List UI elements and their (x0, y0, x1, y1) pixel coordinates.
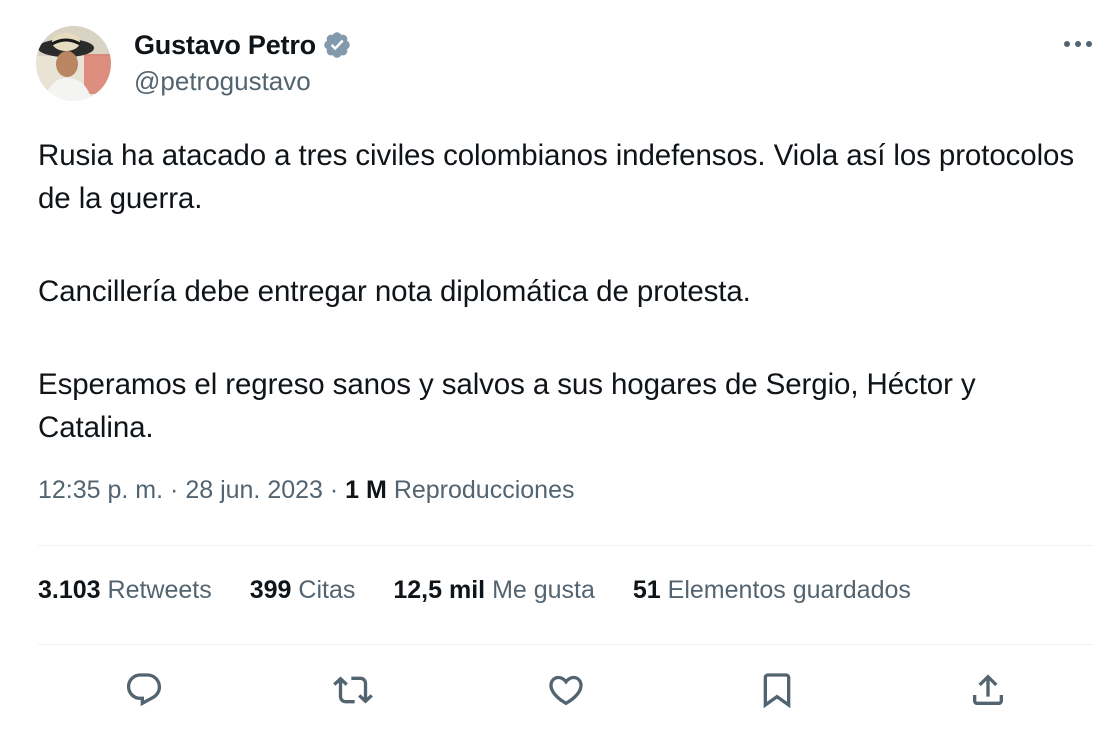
tweet-paragraph: Cancillería debe entregar nota diplomáti… (38, 275, 751, 308)
bookmarks-stat[interactable]: 51 Elementos guardados (633, 576, 911, 605)
like-icon (549, 675, 583, 706)
likes-count: 12,5 mil (393, 576, 486, 604)
quotes-label: Citas (298, 576, 356, 604)
retweets-stat[interactable]: 3.103 Retweets (38, 576, 212, 605)
more-horizontal-icon (1064, 41, 1092, 47)
tweet-date[interactable]: 28 jun. 2023 (185, 476, 323, 504)
bookmarks-label: Elementos guardados (667, 576, 911, 604)
retweets-count: 3.103 (38, 576, 101, 604)
retweet-button[interactable] (331, 668, 375, 712)
meta-separator: · (170, 476, 179, 504)
display-name[interactable]: Gustavo Petro (134, 30, 316, 61)
tweet-card: Gustavo Petro @petrogustavo Rusia ha ata… (0, 0, 1120, 733)
tweet-paragraph: Esperamos el regreso sanos y salvos a su… (38, 368, 976, 444)
bookmarks-count: 51 (632, 576, 661, 604)
verified-badge-icon (322, 30, 352, 60)
views-count: 1 M (345, 476, 387, 504)
retweet-icon (333, 676, 373, 704)
bookmark-button[interactable] (755, 668, 799, 712)
views-label: Reproducciones (393, 476, 575, 504)
name-row: Gustavo Petro (134, 26, 352, 64)
meta-separator: · (329, 476, 339, 504)
divider (38, 545, 1094, 546)
tweet-meta: 12:35 p. m. · 28 jun. 2023 · 1 M Reprodu… (38, 476, 574, 505)
share-icon (973, 674, 1003, 705)
share-button[interactable] (966, 668, 1010, 712)
reply-icon (126, 673, 162, 707)
avatar-photo-icon (36, 26, 111, 101)
tweet-paragraph: Rusia ha atacado a tres civiles colombia… (38, 139, 1075, 215)
author-block: Gustavo Petro @petrogustavo (134, 26, 352, 97)
bookmark-icon (763, 673, 791, 709)
more-options-button[interactable] (1058, 28, 1098, 60)
engagement-stats: 3.103 Retweets 399 Citas 12,5 mil Me gus… (38, 576, 949, 605)
tweet-text: Rusia ha atacado a tres civiles colombia… (38, 134, 1078, 499)
retweets-label: Retweets (107, 576, 212, 604)
quotes-count: 399 (249, 576, 292, 604)
handle[interactable]: @petrogustavo (134, 66, 352, 97)
reply-button[interactable] (122, 668, 166, 712)
quotes-stat[interactable]: 399 Citas (250, 576, 356, 605)
like-button[interactable] (544, 668, 588, 712)
likes-stat[interactable]: 12,5 mil Me gusta (393, 576, 595, 605)
avatar[interactable] (36, 26, 111, 101)
action-bar (0, 668, 1120, 712)
likes-label: Me gusta (492, 576, 595, 604)
tweet-time[interactable]: 12:35 p. m. (38, 476, 163, 504)
divider (38, 644, 1094, 645)
